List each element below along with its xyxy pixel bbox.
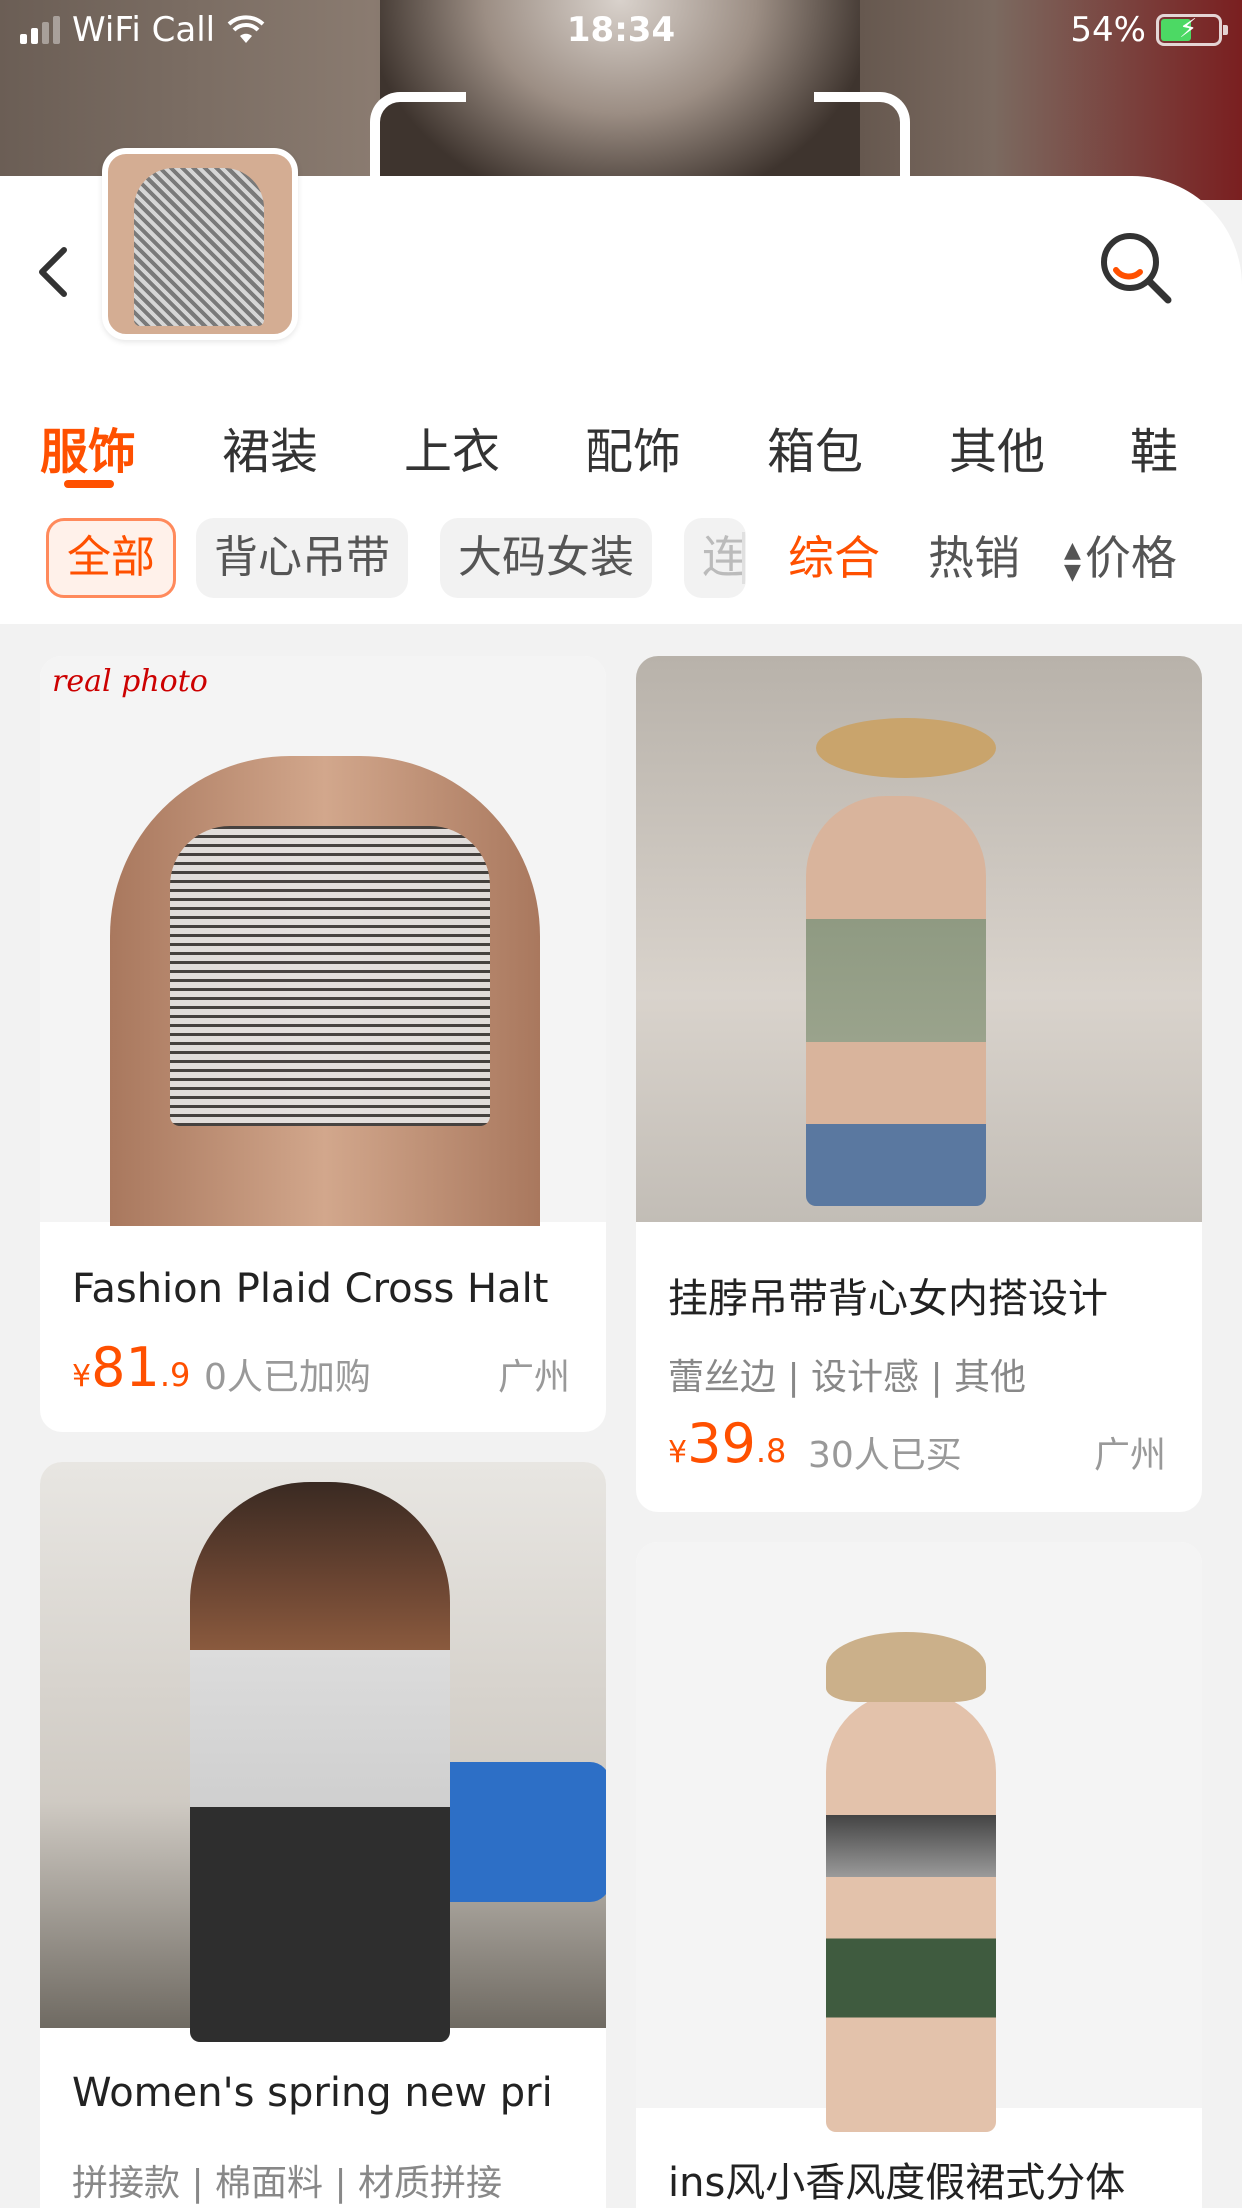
tab-accessories[interactable]: 配饰: [585, 412, 681, 482]
price-decimal: .9: [159, 1356, 191, 1394]
image-caption: real photo: [52, 664, 208, 699]
product-price: ¥81.9: [72, 1336, 190, 1399]
chevron-left-icon[interactable]: [30, 242, 80, 302]
filter-divider: [742, 532, 745, 584]
battery-percent: 54%: [1070, 10, 1146, 50]
product-tags: 蕾丝边 | 设计感 | 其他: [668, 1357, 1027, 1398]
price-integer: 39: [687, 1412, 756, 1475]
plaid-top: [170, 826, 490, 1126]
filter-bar: 全部 背心吊带 大码女装 连 综合 热销 ▲ ▼价格: [0, 518, 1242, 602]
straw-visor: [826, 1632, 986, 1702]
product-title: Women's spring new pri: [72, 2070, 553, 2116]
search-lens-icon[interactable]: [1096, 228, 1176, 308]
product-title: 挂脖吊带背心女内搭设计: [668, 1276, 1108, 1322]
tab-apparel[interactable]: 服饰: [40, 412, 136, 482]
active-tab-indicator: [64, 480, 114, 488]
query-image-thumbnail[interactable]: [102, 148, 298, 340]
product-price: ¥39.8: [668, 1412, 786, 1475]
price-integer: 81: [91, 1336, 160, 1399]
clock: 18:34: [566, 10, 676, 50]
product-tags: 拼接款 | 棉面料 | 材质拼接: [72, 2163, 503, 2204]
model-figure: [190, 1482, 450, 2042]
sort-arrows-icon: ▲ ▼: [1064, 537, 1081, 585]
chip-partial[interactable]: 连: [684, 518, 746, 598]
sold-count: 30人已买: [808, 1435, 962, 1476]
tab-dresses[interactable]: 裙装: [222, 412, 318, 482]
sort-hot-sales[interactable]: 热销: [928, 518, 1020, 598]
status-bar: WiFi Call 18:34 54% ⚡: [0, 0, 1242, 64]
product-image: [636, 1542, 1202, 2132]
model-figure: [826, 1692, 996, 2132]
sort-price[interactable]: ▲ ▼价格: [1064, 518, 1177, 598]
product-image: real photo: [40, 656, 606, 1226]
query-photo: [134, 168, 264, 326]
product-title: Fashion Plaid Cross Halt: [72, 1266, 549, 1312]
sort-price-label: 价格: [1084, 531, 1177, 585]
model-figure: [806, 796, 986, 1206]
sort-comprehensive[interactable]: 综合: [788, 518, 880, 598]
category-tabs: 服饰 裙装 上衣 配饰 箱包 其他 鞋: [0, 412, 1242, 492]
product-image: [636, 656, 1202, 1222]
scan-corner-top-left: [370, 92, 466, 188]
product-card[interactable]: ins风小香风度假裙式分体: [636, 1542, 1202, 2208]
battery-charging-icon: ⚡: [1156, 14, 1228, 46]
tab-other[interactable]: 其他: [949, 412, 1045, 482]
scan-corner-top-right: [814, 92, 910, 188]
product-card[interactable]: 挂脖吊带背心女内搭设计 蕾丝边 | 设计感 | 其他 ¥39.8 30人已买 广…: [636, 656, 1202, 1512]
product-card[interactable]: Women's spring new pri 拼接款 | 棉面料 | 材质拼接: [40, 1462, 606, 2208]
tab-tops[interactable]: 上衣: [404, 412, 500, 482]
tab-shoes[interactable]: 鞋: [1130, 412, 1178, 482]
status-right: 54% ⚡: [1070, 10, 1228, 50]
tab-bags[interactable]: 箱包: [767, 412, 863, 482]
seller-city: 广州: [1093, 1435, 1166, 1476]
currency-symbol: ¥: [72, 1359, 92, 1394]
price-decimal: .8: [755, 1432, 787, 1470]
chip-plus-size[interactable]: 大码女装: [440, 518, 652, 598]
product-card[interactable]: real photo Fashion Plaid Cross Halt ¥81.…: [40, 656, 606, 1432]
chip-camisole[interactable]: 背心吊带: [196, 518, 408, 598]
product-title: ins风小香风度假裙式分体: [668, 2160, 1126, 2206]
seller-city: 广州: [497, 1357, 570, 1398]
currency-symbol: ¥: [668, 1435, 688, 1470]
chip-all[interactable]: 全部: [46, 518, 176, 598]
product-image: [40, 1462, 606, 2042]
sold-count: 0人已加购: [204, 1357, 371, 1398]
straw-hat: [816, 718, 996, 778]
